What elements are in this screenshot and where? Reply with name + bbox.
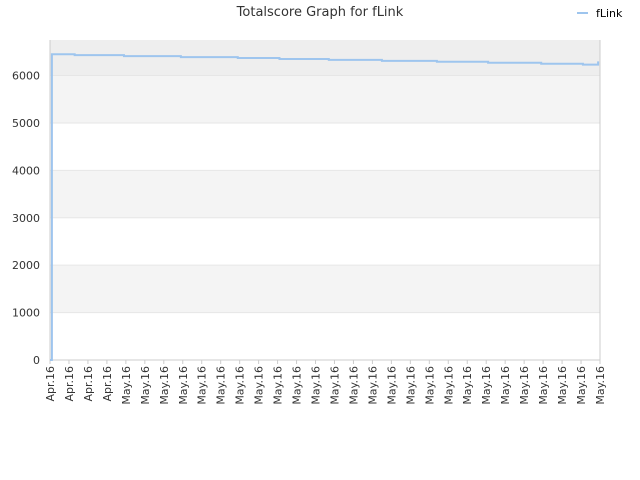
background-band — [50, 217, 600, 266]
x-tick-label: May.16 — [347, 366, 360, 405]
x-tick-label: Apr.16 — [82, 366, 95, 402]
background-band — [50, 40, 600, 76]
y-tick-label: 4000 — [12, 164, 40, 177]
x-tick-label: May.16 — [518, 366, 531, 405]
background-band — [50, 75, 600, 123]
background-bands — [50, 40, 600, 360]
x-tick-label: May.16 — [442, 366, 455, 405]
y-tick-label: 0 — [33, 354, 40, 367]
x-tick-label: May.16 — [594, 366, 607, 405]
x-tick-label: May.16 — [253, 366, 266, 405]
background-band — [50, 265, 600, 313]
x-tick-label: Apr.16 — [63, 366, 76, 402]
background-band — [50, 122, 600, 171]
x-tick-label: May.16 — [556, 366, 569, 405]
x-tick-label: May.16 — [404, 366, 417, 405]
x-tick-label: May.16 — [461, 366, 474, 405]
x-axis-ticks: Apr.16 Apr.16 Apr.16 Apr.16 May.16 May.16 May.… — [44, 360, 607, 405]
x-tick-label: May.16 — [423, 366, 436, 405]
chart-title: Totalscore Graph for fLink — [236, 5, 404, 20]
x-tick-label: May.16 — [480, 366, 493, 405]
x-tick-label: Apr.16 — [101, 366, 114, 402]
y-tick-label: 3000 — [12, 212, 40, 225]
x-tick-label: May.16 — [158, 366, 171, 405]
x-tick-label: Apr.16 — [44, 366, 57, 402]
x-tick-label: May.16 — [328, 366, 341, 405]
x-tick-label: May.16 — [234, 366, 247, 405]
x-tick-label: May.16 — [385, 366, 398, 405]
x-tick-label: May.16 — [291, 366, 304, 405]
x-tick-label: May.16 — [120, 366, 133, 405]
x-tick-label: May.16 — [537, 366, 550, 405]
y-tick-label: 2000 — [12, 259, 40, 272]
x-tick-label: May.16 — [499, 366, 512, 405]
x-tick-label: May.16 — [575, 366, 588, 405]
background-band — [50, 312, 600, 360]
x-tick-label: May.16 — [196, 366, 209, 405]
y-tick-label: 5000 — [12, 117, 40, 130]
legend[interactable]: fLink — [577, 7, 623, 20]
x-tick-label: May.16 — [215, 366, 228, 405]
y-tick-label: 1000 — [12, 307, 40, 320]
x-tick-label: May.16 — [366, 366, 379, 405]
x-tick-label: May.16 — [272, 366, 285, 405]
x-tick-label: May.16 — [310, 366, 323, 405]
x-tick-label: May.16 — [139, 366, 152, 405]
background-band — [50, 170, 600, 218]
y-axis-ticks: 0 1000 2000 3000 4000 5000 6000 — [12, 70, 40, 367]
legend-label-flink[interactable]: fLink — [596, 7, 623, 20]
y-tick-label: 6000 — [12, 70, 40, 83]
x-tick-label: May.16 — [177, 366, 190, 405]
totalscore-chart: 0100020003000400050006000 Apr.16 Apr.16 Ap… — [12, 5, 623, 405]
